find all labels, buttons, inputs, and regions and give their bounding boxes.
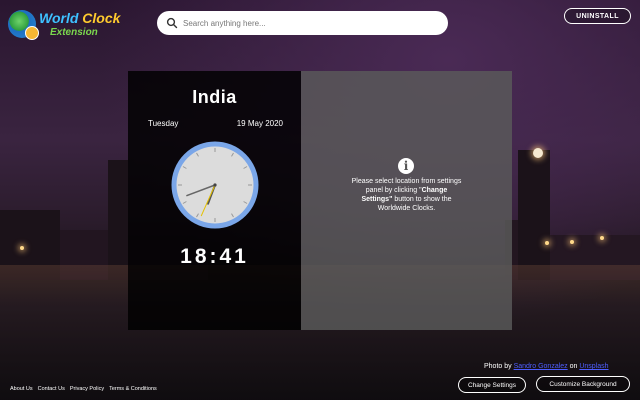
change-settings-button[interactable]: Change Settings: [458, 377, 526, 393]
search-icon: [166, 17, 178, 29]
photo-credit: Photo by Sandro Gonzalez on Unsplash: [484, 363, 609, 370]
globe-icon: [8, 10, 39, 40]
logo-subtitle: Extension: [50, 27, 98, 38]
info-icon: i: [398, 158, 414, 174]
credit-middle: on: [567, 363, 580, 370]
footer-link-terms[interactable]: Terms & Conditions: [109, 386, 157, 392]
photographer-link[interactable]: Sandro Gonzalez: [514, 363, 568, 370]
customize-background-button[interactable]: Customize Background: [536, 376, 630, 392]
footer-link-privacy[interactable]: Privacy Policy: [70, 386, 104, 392]
clock-card: India Tuesday 19 May 2020 18:41: [128, 71, 301, 330]
info-card: i Please select location from settings p…: [301, 71, 512, 330]
clock-center: [213, 183, 217, 187]
digital-time: 18:41: [180, 245, 249, 268]
clock-badge-icon: [25, 26, 39, 40]
weekday-label: Tuesday: [148, 119, 179, 128]
credit-prefix: Photo by: [484, 363, 514, 370]
city-light: [570, 240, 574, 244]
big-ben-clock-face: [533, 148, 543, 158]
search-input[interactable]: [183, 18, 433, 28]
logo-word-world: World: [39, 10, 83, 26]
footer-link-about[interactable]: About Us: [10, 386, 33, 392]
city-light: [600, 236, 604, 240]
logo-word-clock: Clock: [82, 10, 121, 26]
city-light: [20, 246, 24, 250]
footer-link-contact[interactable]: Contact Us: [38, 386, 65, 392]
footer-links: About Us Contact Us Privacy Policy Terms…: [10, 386, 157, 392]
search-bar[interactable]: [157, 11, 448, 35]
info-message: Please select location from settings pan…: [351, 177, 462, 213]
logo-title: World Clock: [39, 10, 120, 26]
date-label: 19 May 2020: [236, 119, 283, 128]
app-logo[interactable]: World Clock Extension: [8, 8, 120, 42]
country-name: India: [192, 87, 237, 107]
clock-panel: India Tuesday 19 May 2020 18:41 i Please…: [128, 71, 512, 330]
city-light: [545, 241, 549, 245]
unsplash-link[interactable]: Unsplash: [579, 363, 608, 370]
analog-clock: [171, 141, 259, 229]
uninstall-button[interactable]: UNINSTALL: [564, 8, 631, 24]
